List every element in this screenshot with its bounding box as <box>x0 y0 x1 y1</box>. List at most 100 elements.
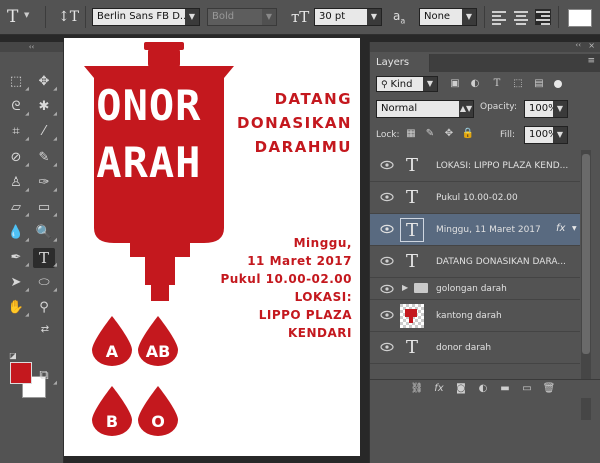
layer-row-selected[interactable]: T Minggu, 11 Maret 2017 fx ▼ <box>370 214 580 246</box>
filter-type-icon[interactable]: T <box>490 77 504 91</box>
type-tool-icon[interactable]: T <box>7 8 18 26</box>
location-line1: LOKASI: <box>294 290 352 304</box>
zoom-tool-icon[interactable]: ⚲ <box>33 298 55 318</box>
magic-wand-tool-icon[interactable]: ✱ ◢ <box>33 97 57 117</box>
layer-row[interactable]: T donor darah <box>370 332 580 364</box>
lasso-tool-icon[interactable]: ᘓ ◢ <box>5 97 29 117</box>
layer-name: Minggu, 11 Maret 2017 <box>436 225 541 235</box>
lock-all-icon[interactable]: 🔒 <box>461 127 475 141</box>
font-style-select[interactable]: Bold ▼ <box>207 8 277 26</box>
expand-effects-icon[interactable]: ▼ <box>572 225 577 232</box>
layer-name: LOKASI: LIPPO PLAZA KEND... <box>436 161 569 171</box>
eye-icon[interactable] <box>380 284 394 294</box>
filter-adjustment-icon[interactable]: ◐ <box>468 77 482 91</box>
expand-group-icon[interactable]: ▶ <box>402 283 408 292</box>
screen-mode-icon[interactable]: ⧉ ◢ <box>33 366 57 386</box>
new-layer-icon[interactable]: ▭ <box>520 382 534 396</box>
history-brush-tool-icon[interactable]: ✑ ◢ <box>33 173 57 193</box>
font-size-select[interactable]: 30 pt ▼ <box>314 8 382 26</box>
ellipse-tool-icon[interactable]: ⬭ ◢ <box>33 273 57 293</box>
gradient-tool-icon[interactable]: ▭ ◢ <box>33 198 57 218</box>
lock-label: Lock: <box>376 130 400 140</box>
align-right-icon[interactable] <box>535 9 551 25</box>
panel-collapse-bar[interactable]: ‹‹ × <box>370 41 600 52</box>
layer-name: donor darah <box>436 343 492 353</box>
path-selection-tool-icon[interactable]: ➤ ◢ <box>5 273 29 293</box>
lock-position-icon[interactable]: ✥ <box>442 127 456 141</box>
font-size-icon: тT <box>291 8 310 26</box>
eye-icon[interactable] <box>380 160 394 170</box>
date-line1: Minggu, <box>293 236 352 250</box>
options-bar: T ▼ ↕T Berlin Sans FB D... ▼ Bold ▼ тT 30 … <box>0 0 600 35</box>
font-family-select[interactable]: Berlin Sans FB D... ▼ <box>92 8 200 26</box>
eye-icon[interactable] <box>380 224 394 234</box>
swap-colors-icon[interactable]: ⇄ <box>34 320 56 340</box>
hand-tool-icon[interactable]: ✋ ◢ <box>5 298 29 318</box>
lock-pixels-icon[interactable]: ✎ <box>423 127 437 141</box>
eye-icon[interactable] <box>380 310 394 320</box>
location-line3: KENDARI <box>288 326 352 340</box>
filter-toggle[interactable] <box>554 80 562 88</box>
layer-name: Pukul 10.00-02.00 <box>436 193 518 203</box>
add-mask-icon[interactable]: ◙ <box>454 382 468 396</box>
blur-tool-icon[interactable]: 💧 ◢ <box>5 223 29 243</box>
add-layer-style-icon[interactable]: fx <box>432 382 446 396</box>
lock-transparency-icon[interactable]: ▦ <box>404 127 418 141</box>
filter-smart-object-icon[interactable]: ▤ <box>532 77 546 91</box>
new-group-icon[interactable]: ▬ <box>498 382 512 396</box>
filter-kind-select[interactable]: ⚲ Kind ▼ <box>376 76 438 92</box>
align-left-icon[interactable] <box>492 9 508 25</box>
eraser-tool-icon[interactable]: ▱ ◢ <box>5 198 29 218</box>
poster-document[interactable]: DONOR DARAH DATANG DONASIKAN DARAHMU Min… <box>64 38 360 456</box>
headline-line1: DATANG <box>274 90 352 108</box>
delete-layer-icon[interactable]: 🗑 <box>542 382 556 396</box>
eyedropper-tool-icon[interactable]: ⁄ ◢ <box>33 122 57 142</box>
clone-stamp-tool-icon[interactable]: ♙ ◢ <box>5 173 29 193</box>
link-layers-icon[interactable]: ⛓ <box>410 382 424 396</box>
panel-collapse-icon[interactable]: ‹‹ <box>0 42 63 52</box>
text-color-swatch[interactable] <box>568 9 592 27</box>
antialias-select[interactable]: None ▼ <box>419 8 477 26</box>
move-tool-icon[interactable]: ✥ ◢ <box>33 72 57 92</box>
collapse-icon[interactable]: ‹‹ <box>575 41 581 49</box>
type-tool-icon[interactable]: T ◢ <box>33 248 57 268</box>
toggle-orientation-icon[interactable]: ↕T <box>58 8 79 26</box>
layer-group-row[interactable]: ▶ golongan darah <box>370 278 580 300</box>
chevron-down-icon: ▼ <box>262 9 276 25</box>
layers-footer: ⛓ fx ◙ ◐ ▬ ▭ 🗑 <box>370 379 600 398</box>
crop-tool-icon[interactable]: ⌗ ◢ <box>5 122 29 142</box>
healing-brush-tool-icon[interactable]: ⊘ ◢ <box>5 148 29 168</box>
panel-menu-icon[interactable]: ≡ <box>587 56 595 66</box>
dodge-tool-icon[interactable]: 🔍 ◢ <box>33 223 57 243</box>
eye-icon[interactable] <box>380 342 394 352</box>
blend-mode-select[interactable]: Normal ▲▼ <box>376 100 474 118</box>
pen-tool-icon[interactable]: ✒ ◢ <box>5 248 29 268</box>
layer-effects-icon[interactable]: fx <box>556 223 565 234</box>
layers-panel: ‹‹ × Layers ≡ ⚲ Kind ▼ ▣ ◐ T ⬚ ▤ Normal ▲▼… <box>369 41 600 463</box>
layer-row[interactable]: T DATANG DONASIKAN DARA... <box>370 246 580 278</box>
location-line2: LIPPO PLAZA <box>258 308 352 322</box>
eye-icon[interactable] <box>380 192 394 202</box>
close-icon[interactable]: × <box>588 41 595 50</box>
brush-tool-icon[interactable]: ✎ ◢ <box>33 148 57 168</box>
layer-row[interactable]: T Pukul 10.00-02.00 <box>370 182 580 214</box>
filter-pixel-icon[interactable]: ▣ <box>448 77 462 91</box>
tab-layers[interactable]: Layers <box>370 54 430 72</box>
new-adjustment-layer-icon[interactable]: ◐ <box>476 382 490 396</box>
scrollbar-thumb[interactable] <box>582 154 590 354</box>
opacity-input[interactable]: 100% ▼ <box>524 100 568 118</box>
layer-row[interactable]: T LOKASI: LIPPO PLAZA KEND... <box>370 150 580 182</box>
foreground-color-swatch[interactable] <box>10 362 32 384</box>
filter-shape-icon[interactable]: ⬚ <box>511 77 525 91</box>
align-center-icon[interactable] <box>514 9 530 25</box>
eye-icon[interactable] <box>380 256 394 266</box>
marquee-tool-icon[interactable]: ⬚ ◢ <box>5 72 29 92</box>
layer-name: DATANG DONASIKAN DARA... <box>436 257 566 267</box>
tool-preset-arrow-icon[interactable]: ▼ <box>24 11 29 29</box>
fill-input[interactable]: 100% ▼ <box>524 126 568 144</box>
blood-drop-a: A <box>92 316 132 366</box>
chevron-down-icon: ▼ <box>423 77 437 91</box>
layer-row[interactable]: kantong darah <box>370 300 580 332</box>
text-layer-icon: T <box>405 155 418 176</box>
fill-label: Fill: <box>500 130 516 140</box>
